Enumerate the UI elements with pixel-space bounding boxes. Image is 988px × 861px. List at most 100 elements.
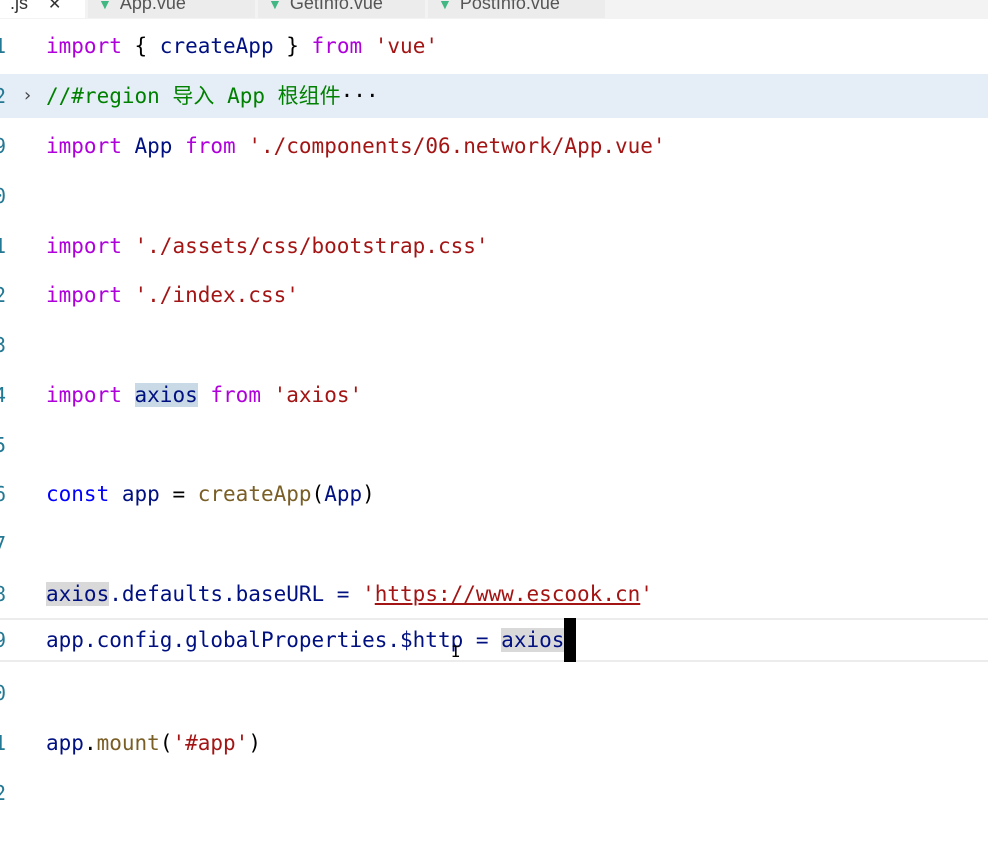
- code-token: createApp: [197, 482, 312, 506]
- code-token: './index.css': [134, 283, 299, 307]
- line-number: 6: [0, 482, 7, 506]
- line-number: 4: [0, 383, 7, 407]
- vue-icon: ▼: [98, 0, 112, 12]
- tab-main-js[interactable]: .js ✕: [0, 0, 86, 18]
- code-token: ': [362, 582, 375, 606]
- code-token: ): [362, 482, 375, 506]
- tab-getinfo-vue[interactable]: ▼ GetInfo.vue: [258, 0, 426, 18]
- code-text[interactable]: import './index.css': [46, 273, 299, 317]
- code-line[interactable]: 1 import './assets/css/bootstrap.css': [0, 224, 988, 268]
- code-text[interactable]: const app = createApp(App): [46, 472, 375, 516]
- code-line[interactable]: 6 const app = createApp(App): [0, 472, 988, 516]
- line-number: 9: [0, 628, 7, 652]
- code-token: from: [311, 34, 363, 58]
- code-token: './assets/css/bootstrap.css': [134, 234, 489, 258]
- code-token: import: [46, 134, 122, 158]
- code-token: .: [83, 731, 97, 755]
- line-number: 5: [0, 433, 7, 457]
- code-token: (: [159, 731, 173, 755]
- code-token: axios: [134, 383, 198, 407]
- code-token: const: [46, 482, 110, 506]
- line-number: 2: [0, 781, 7, 805]
- chevron-right-icon[interactable]: ›: [22, 74, 33, 118]
- code-text[interactable]: import App from './components/06.network…: [46, 124, 666, 168]
- code-line[interactable]: 9 app.config.globalProperties.$http = axi…: [0, 618, 988, 662]
- tab-label: App.vue: [119, 0, 186, 13]
- code-token: import: [46, 283, 122, 307]
- code-token: app: [121, 482, 160, 506]
- code-text[interactable]: import axios from 'axios': [46, 373, 362, 417]
- line-number: 0: [0, 681, 7, 705]
- code-token: axios: [501, 628, 565, 652]
- tab-label: PostInfo.vue: [459, 0, 560, 13]
- code-token: App: [134, 134, 173, 158]
- code-line[interactable]: 0: [0, 174, 988, 218]
- line-number: 9: [0, 134, 7, 158]
- code-token: import: [46, 383, 122, 407]
- code-token: 'axios': [273, 383, 363, 407]
- code-token: (: [311, 482, 325, 506]
- code-line[interactable]: 1 import { createApp } from 'vue': [0, 24, 988, 68]
- code-line[interactable]: 5: [0, 423, 988, 467]
- code-line[interactable]: 7: [0, 522, 988, 566]
- code-token: axios: [46, 582, 110, 606]
- code-token: =: [159, 482, 198, 506]
- code-token: app: [46, 628, 84, 652]
- code-line[interactable]: 9 import App from './components/06.networ…: [0, 124, 988, 168]
- close-icon[interactable]: ✕: [48, 0, 61, 13]
- ibeam-cursor-icon: I: [451, 642, 461, 661]
- line-number: 8: [0, 582, 7, 606]
- code-text[interactable]: import { createApp } from 'vue': [46, 24, 438, 68]
- vue-icon: ▼: [438, 0, 452, 12]
- code-token: ···: [340, 84, 379, 108]
- code-line[interactable]: 1 app.mount('#app'): [0, 721, 988, 765]
- code-line[interactable]: 8 axios.defaults.baseURL = 'https://www.e…: [0, 572, 988, 616]
- code-line[interactable]: 2 import './index.css': [0, 273, 988, 317]
- code-token: ': [640, 582, 653, 606]
- code-token: import: [46, 234, 122, 258]
- code-line[interactable]: 2 › //#region 导入 App 根组件···: [0, 74, 988, 118]
- code-token: from: [210, 383, 261, 407]
- code-line[interactable]: 4 import axios from 'axios': [0, 373, 988, 417]
- line-number: 7: [0, 532, 7, 556]
- tab-app-vue[interactable]: ▼ App.vue: [88, 0, 256, 18]
- code-editor[interactable]: 1 import { createApp } from 'vue' 2 › //#reg…: [0, 20, 988, 861]
- code-line[interactable]: 3: [0, 323, 988, 367]
- vue-icon: ▼: [268, 0, 282, 12]
- code-line[interactable]: 0: [0, 671, 988, 715]
- code-text[interactable]: //#region 导入 App 根组件···: [46, 74, 379, 118]
- code-text[interactable]: import './assets/css/bootstrap.css': [46, 224, 489, 268]
- tab-postinfo-vue[interactable]: ▼ PostInfo.vue: [428, 0, 606, 18]
- code-token: https://www.escook.cn: [374, 582, 641, 606]
- editor-tab-bar: .js ✕ ▼ App.vue ▼ GetInfo.vue ▼ PostInfo.vue: [0, 0, 988, 19]
- code-token: ): [248, 731, 261, 755]
- code-token: createApp: [159, 34, 274, 58]
- code-token: {: [121, 34, 160, 58]
- code-token: .defaults.baseURL =: [109, 582, 363, 606]
- tab-label: .js: [10, 0, 28, 13]
- tab-label: GetInfo.vue: [289, 0, 383, 13]
- text-cursor: [564, 618, 577, 662]
- line-number: 3: [0, 333, 7, 357]
- line-number: 1: [0, 234, 7, 258]
- code-token: mount: [96, 731, 160, 755]
- code-text[interactable]: app.config.globalProperties.$http = axio…: [46, 618, 577, 662]
- code-token: '#app': [172, 731, 249, 755]
- line-number: 1: [0, 34, 7, 58]
- code-token: .config.globalProperties.$http =: [83, 628, 502, 652]
- code-text[interactable]: axios.defaults.baseURL = 'https://www.es…: [46, 572, 653, 616]
- code-text[interactable]: app.mount('#app'): [46, 721, 261, 765]
- line-number: 2: [0, 283, 7, 307]
- code-line[interactable]: 2: [0, 771, 988, 815]
- code-token: import: [46, 34, 122, 58]
- line-number: 1: [0, 731, 7, 755]
- line-number: 2: [0, 84, 7, 108]
